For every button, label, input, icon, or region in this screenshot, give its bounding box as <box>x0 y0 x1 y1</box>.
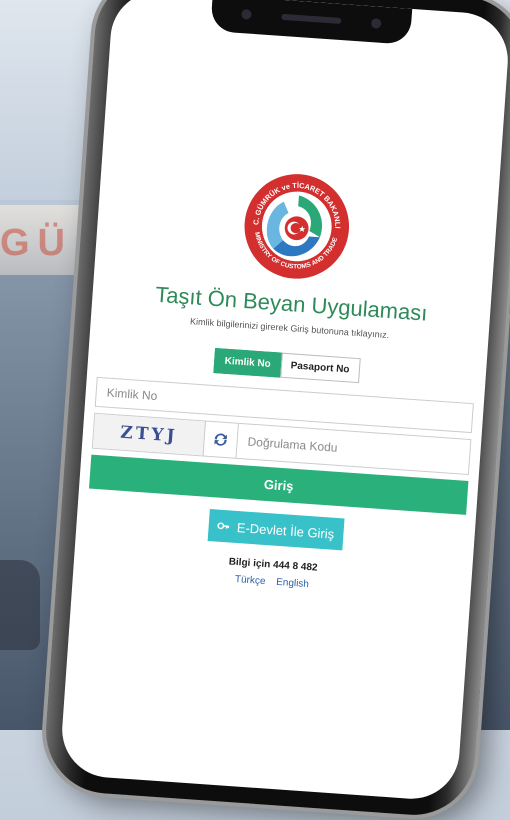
background-car <box>0 560 40 650</box>
ministry-logo: T.C. GÜMRÜK ve TİCARET BAKANLIĞI MINISTR… <box>239 168 350 279</box>
login-panel: T.C. GÜMRÜK ve TİCARET BAKANLIĞI MINISTR… <box>73 158 499 602</box>
phone-notch <box>210 0 413 45</box>
edevlet-login-label: E-Devlet İle Giriş <box>236 519 335 542</box>
sensor-icon <box>370 18 382 29</box>
speaker-grille <box>281 13 342 25</box>
refresh-icon <box>214 433 228 446</box>
tab-kimlik-no[interactable]: Kimlik No <box>213 348 282 378</box>
language-link-english[interactable]: English <box>276 577 309 590</box>
language-link-turkce[interactable]: Türkçe <box>235 574 266 587</box>
background-sign: GÜ <box>0 222 73 264</box>
refresh-captcha-button[interactable] <box>203 421 239 458</box>
login-form: Kimlik No ZTYJ Doğrulama Kodu Giriş E-De… <box>86 376 474 559</box>
camera-icon <box>241 9 252 20</box>
phone-screen: T.C. GÜMRÜK ve TİCARET BAKANLIĞI MINISTR… <box>59 0 510 802</box>
captcha-image: ZTYJ <box>92 413 206 456</box>
tab-pasaport-no[interactable]: Pasaport No <box>279 352 361 384</box>
edevlet-login-button[interactable]: E-Devlet İle Giriş <box>207 509 345 551</box>
phone-mockup: T.C. GÜMRÜK ve TİCARET BAKANLIĞI MINISTR… <box>41 0 510 819</box>
key-icon <box>217 522 230 530</box>
